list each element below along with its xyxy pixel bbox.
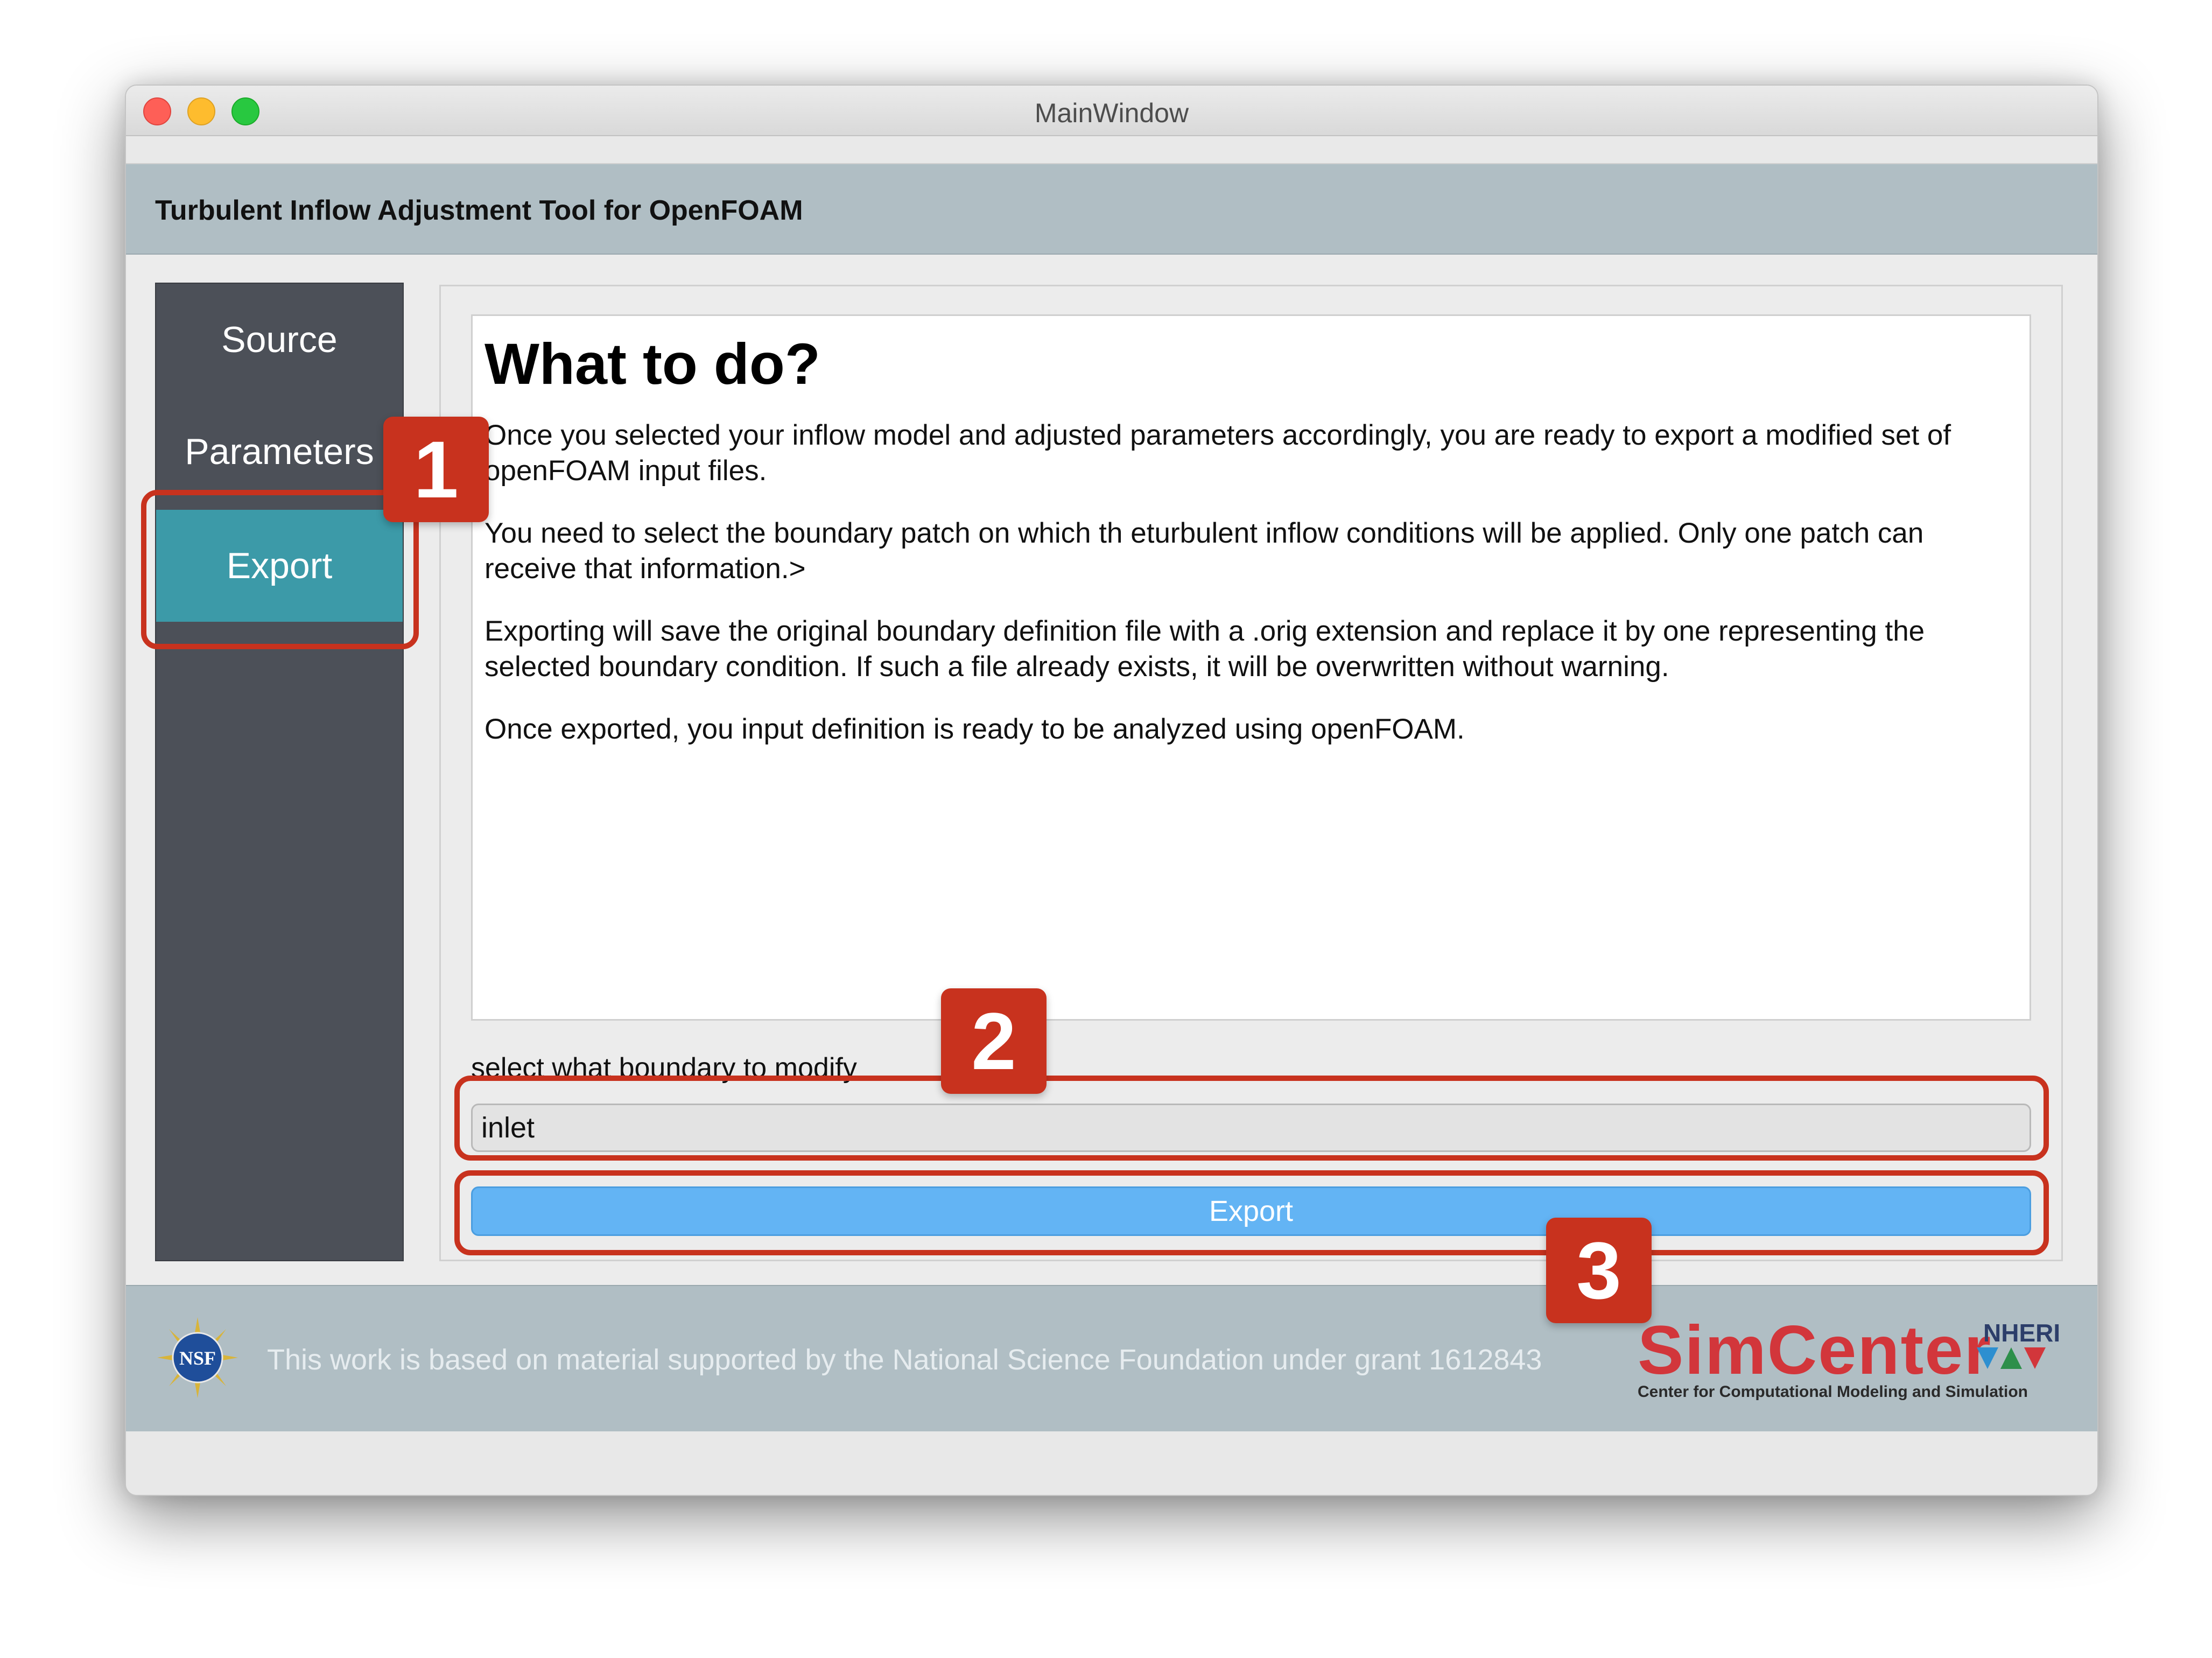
toolbar-strip bbox=[126, 136, 2097, 164]
nsf-logo-icon: NSF bbox=[157, 1317, 238, 1398]
sidebar-item-label: Source bbox=[221, 319, 338, 360]
app-title: Turbulent Inflow Adjustment Tool for Ope… bbox=[155, 195, 803, 226]
main-window: MainWindow Turbulent Inflow Adjustment T… bbox=[125, 85, 2098, 1496]
sidebar: Source Parameters Export bbox=[155, 283, 404, 1261]
simcenter-subtitle: Center for Computational Modeling and Si… bbox=[1638, 1383, 2028, 1401]
highlight-export-button bbox=[454, 1170, 2049, 1255]
annotation-badge-2: 2 bbox=[941, 988, 1047, 1094]
footer: NSF This work is based on material suppo… bbox=[126, 1285, 2097, 1431]
highlight-export-tab bbox=[141, 490, 419, 649]
instructions-paragraph: Once you selected your inflow model and … bbox=[484, 419, 1951, 487]
annotation-badge-1: 1 bbox=[383, 417, 489, 522]
sidebar-item-label: Parameters bbox=[185, 431, 374, 472]
footer-grant-text: This work is based on material supported… bbox=[267, 1344, 1542, 1376]
instructions-box: What to do? Once you selected your inflo… bbox=[471, 314, 2031, 1021]
annotation-badge-3: 3 bbox=[1546, 1218, 1652, 1323]
sidebar-item-source[interactable]: Source bbox=[156, 284, 403, 396]
app-header: Turbulent Inflow Adjustment Tool for Ope… bbox=[126, 164, 2097, 255]
instructions-heading: What to do? bbox=[484, 331, 820, 396]
status-strip bbox=[126, 1431, 2097, 1495]
nsf-logo-text: NSF bbox=[179, 1347, 216, 1369]
simcenter-logo: SimCenter NHERI Center for Computational… bbox=[1638, 1312, 2060, 1408]
window-title: MainWindow bbox=[1034, 98, 1189, 128]
nheri-badge: NHERI bbox=[1983, 1319, 2061, 1347]
simcenter-logo-name: SimCenter bbox=[1638, 1312, 1992, 1389]
title-bar[interactable]: MainWindow bbox=[126, 86, 2097, 136]
instructions-paragraph: Exporting will save the original boundar… bbox=[484, 615, 1925, 683]
highlight-boundary-select bbox=[454, 1076, 2049, 1161]
nheri-triangles-icon bbox=[1977, 1347, 2046, 1369]
instructions-paragraph: You need to select the boundary patch on… bbox=[484, 517, 1924, 585]
instructions-paragraph: Once exported, you input definition is r… bbox=[484, 713, 1465, 745]
